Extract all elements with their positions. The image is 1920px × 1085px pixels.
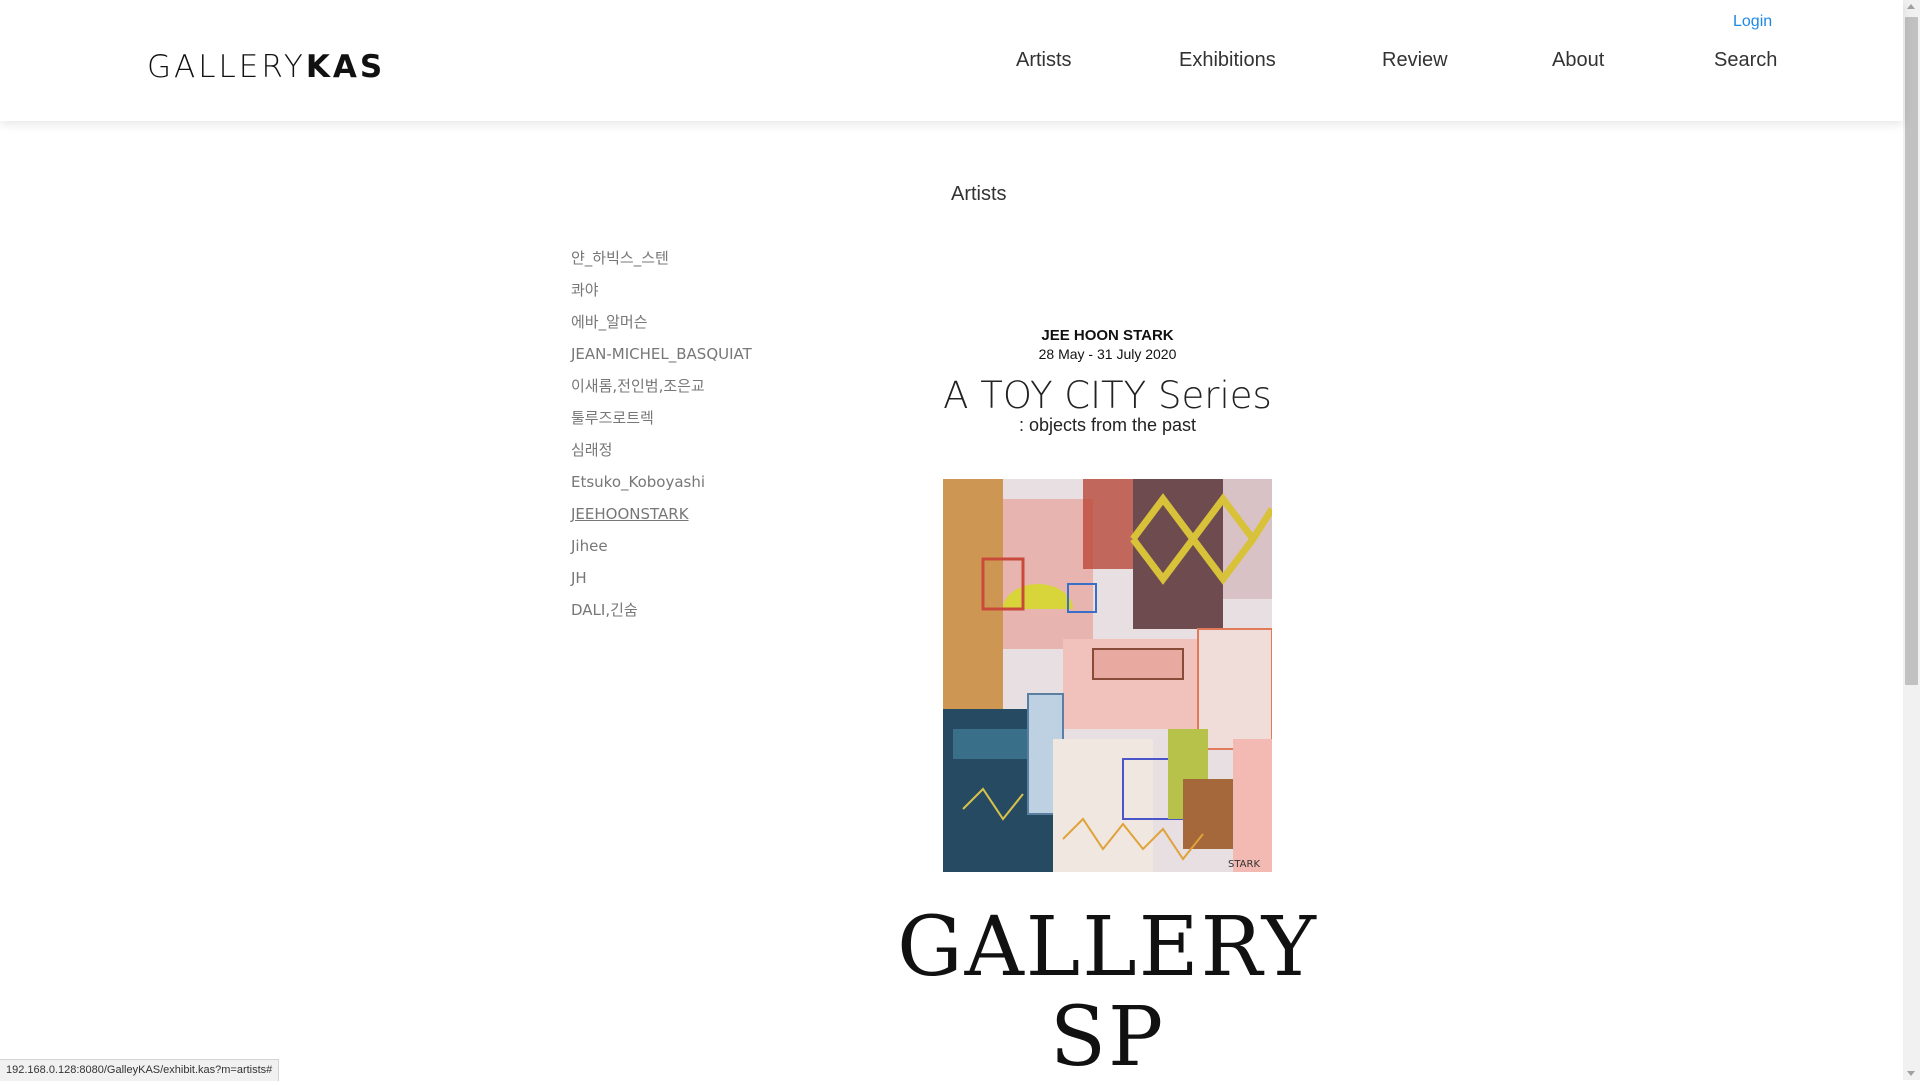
login-link[interactable]: Login <box>1733 13 1772 31</box>
list-item: JEEHOONSTARK <box>571 502 752 534</box>
nav-review[interactable]: Review <box>1382 49 1448 72</box>
svg-text:STARK: STARK <box>1228 859 1260 870</box>
list-item: Jihee <box>571 534 752 566</box>
artist-link[interactable]: 콰야 <box>571 281 599 299</box>
scroll-down-arrow-icon[interactable] <box>1907 1071 1915 1076</box>
artist-link[interactable]: 얀_하빅스_스텐 <box>571 249 669 267</box>
poster-subtitle: : objects from the past <box>1018 415 1197 435</box>
artist-link[interactable]: DALI,긴숨 <box>571 601 638 619</box>
list-item: 콰야 <box>571 278 752 310</box>
site-header: GALLERYKAS Login Artists Exhibitions Rev… <box>0 0 1903 121</box>
list-item: JEAN-MICHEL_BASQUIAT <box>571 342 752 374</box>
scroll-thumb[interactable] <box>1905 17 1918 685</box>
nav-exhibitions[interactable]: Exhibitions <box>1179 49 1276 72</box>
artist-list: 얀_하빅스_스텐 콰야 에바_알머슨 JEAN-MICHEL_BASQUIAT … <box>571 246 752 630</box>
list-item: JH <box>571 566 752 598</box>
list-item: 심래정 <box>571 438 752 470</box>
artist-link[interactable]: 에바_알머슨 <box>571 313 648 331</box>
list-item: DALI,긴숨 <box>571 598 752 630</box>
nav-about[interactable]: About <box>1552 49 1604 72</box>
artist-link[interactable]: 이새롬,전인범,조은교 <box>571 377 705 395</box>
scroll-up-arrow-icon[interactable] <box>1907 4 1915 9</box>
logo-light-text: GALLERY <box>147 49 306 85</box>
artist-link[interactable]: Jihee <box>571 537 608 555</box>
artist-link[interactable]: Etsuko_Koboyashi <box>571 473 705 491</box>
nav-artists[interactable]: Artists <box>1016 49 1072 72</box>
poster-dates: 28 May - 31 July 2020 <box>1038 346 1177 362</box>
nav-search[interactable]: Search <box>1714 49 1777 72</box>
artist-link[interactable]: JH <box>571 569 587 587</box>
page-title: Artists <box>951 183 1007 205</box>
poster-artist-name: JEE HOON STARK <box>1041 327 1174 344</box>
artist-link[interactable]: 툴루즈로트렉 <box>571 409 654 427</box>
list-item: 이새롬,전인범,조은교 <box>571 374 752 406</box>
vertical-scrollbar[interactable] <box>1903 0 1920 1080</box>
list-item: 툴루즈로트렉 <box>571 406 752 438</box>
artwork-painting: STARK <box>943 479 1272 872</box>
logo-bold-text: KAS <box>305 49 386 85</box>
artist-link[interactable]: 심래정 <box>571 441 612 459</box>
status-bar-url: 192.168.0.128:8080/GalleyKAS/exhibit.kas… <box>0 1059 280 1081</box>
artist-link-active[interactable]: JEEHOONSTARK <box>571 505 689 523</box>
poster-title: A TOY CITY Series <box>943 374 1272 417</box>
gallery-sp-logo: GALLERY SP <box>897 900 1318 1085</box>
list-item: 에바_알머슨 <box>571 310 752 342</box>
gallery-kas-logo[interactable]: GALLERYKAS <box>147 47 385 87</box>
list-item: Etsuko_Koboyashi <box>571 470 752 502</box>
list-item: 얀_하빅스_스텐 <box>571 246 752 278</box>
artist-link[interactable]: JEAN-MICHEL_BASQUIAT <box>571 345 752 363</box>
artwork-image: STARK <box>943 479 1272 872</box>
exhibition-poster: JEE HOON STARK 28 May - 31 July 2020 A T… <box>850 320 1365 1083</box>
